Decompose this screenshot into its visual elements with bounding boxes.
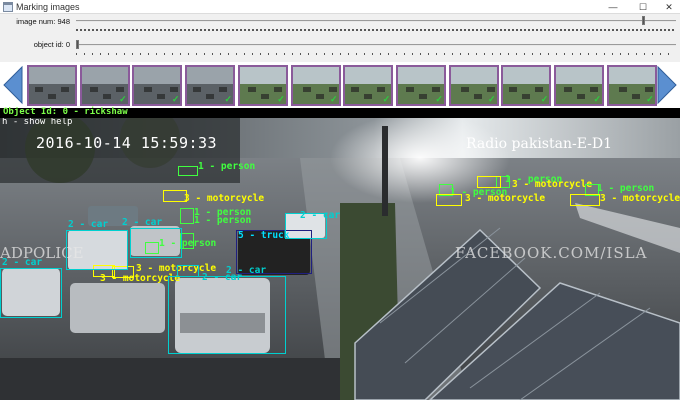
trackbar-image-num-label: image num: 948 bbox=[16, 17, 70, 26]
thumbnail-item[interactable] bbox=[27, 65, 77, 106]
annotation-label: 2 - car bbox=[68, 219, 109, 230]
thumbnail-strip: ✓ ✓ ✓ ✓ ✓ ✓ ✓ ✓ ✓ ✓ ✓ bbox=[0, 62, 680, 108]
status-line: Object Id: 0 - rickshaw bbox=[0, 107, 680, 118]
annotation-label: 1 - person bbox=[194, 215, 252, 226]
app-window: Marking images — ☐ ✕ image num: 948 obje… bbox=[0, 0, 680, 400]
maximize-button[interactable]: ☐ bbox=[632, 0, 654, 14]
checkmark-icon: ✓ bbox=[435, 94, 443, 104]
checkmark-icon: ✓ bbox=[119, 94, 127, 104]
checkmark-icon: ✓ bbox=[488, 94, 496, 104]
annotated-image[interactable]: 2016-10-14 15:59:33 Radio pakistan-E-D1 … bbox=[0, 118, 680, 400]
annotation-box[interactable] bbox=[130, 228, 182, 258]
object-id-status: Object Id: 0 - rickshaw bbox=[3, 107, 128, 117]
thumbnail-item[interactable]: ✓ bbox=[343, 65, 394, 106]
arrow-left-icon[interactable] bbox=[2, 65, 24, 105]
trackbar-image-num-track[interactable] bbox=[76, 20, 676, 22]
thumbnail-item[interactable]: ✓ bbox=[185, 65, 236, 106]
window-title: Marking images bbox=[16, 2, 80, 12]
minimize-button[interactable]: — bbox=[602, 0, 624, 14]
thumbnail-item[interactable]: ✓ bbox=[606, 65, 657, 106]
checkmark-icon: ✓ bbox=[329, 94, 338, 104]
checkmark-icon: ✓ bbox=[171, 94, 180, 104]
help-hint: h - show help bbox=[2, 118, 73, 127]
checkmark-icon: ✓ bbox=[540, 94, 549, 104]
trackbar-object-id-ticks bbox=[76, 53, 676, 55]
trackbar-object-id-track[interactable] bbox=[76, 44, 676, 46]
thumbnail-item[interactable]: ✓ bbox=[79, 65, 130, 106]
app-window-icon bbox=[3, 2, 13, 12]
annotation-label: 1 - person bbox=[198, 161, 256, 172]
watermark-radio: Radio pakistan-E-D1 bbox=[466, 136, 613, 152]
annotation-label: 2 - car bbox=[2, 257, 43, 268]
close-button[interactable]: ✕ bbox=[658, 0, 680, 14]
annotation-box[interactable] bbox=[570, 194, 600, 206]
title-bar: Marking images — ☐ ✕ bbox=[0, 0, 680, 14]
thumbnail-item[interactable]: ✓ bbox=[395, 65, 446, 106]
thumbnail-item[interactable]: ✓ bbox=[448, 65, 499, 106]
thumbnail-item[interactable]: ✓ bbox=[237, 65, 288, 106]
annotation-label: 3 - motorcycle bbox=[184, 193, 265, 204]
annotation-label: 2 - car bbox=[300, 210, 341, 221]
annotation-label: 2 - car bbox=[122, 217, 163, 228]
checkmark-icon: ✓ bbox=[593, 94, 601, 104]
annotation-label: 3 - motorcycle bbox=[600, 193, 680, 204]
annotation-label: 5 - truck bbox=[238, 230, 290, 241]
annotation-box[interactable] bbox=[0, 268, 62, 318]
checkmark-icon: ✓ bbox=[224, 94, 233, 104]
annotation-box[interactable] bbox=[168, 276, 286, 354]
checkmark-icon: ✓ bbox=[646, 94, 654, 104]
annotation-label: 3 - motorcycle bbox=[512, 179, 593, 190]
thumbnail-item[interactable]: ✓ bbox=[501, 65, 552, 106]
annotation-box[interactable] bbox=[66, 230, 128, 270]
thumbnail-item[interactable]: ✓ bbox=[132, 65, 183, 106]
checkmark-icon: ✓ bbox=[382, 94, 391, 104]
watermark-facebook: FACEBOOK.COM/ISLA bbox=[455, 244, 648, 262]
thumbnail-item[interactable]: ✓ bbox=[554, 65, 604, 106]
annotation-box[interactable] bbox=[436, 194, 462, 206]
annotation-box[interactable] bbox=[178, 166, 198, 176]
annotation-box[interactable] bbox=[180, 208, 194, 224]
trackbar-image-num-ticks bbox=[76, 29, 676, 31]
trackbar-image-num-thumb[interactable] bbox=[642, 16, 645, 25]
trackbar-object-id-label: object id: 0 bbox=[33, 40, 70, 49]
annotation-label: 2 - car bbox=[226, 265, 267, 276]
timestamp-overlay: 2016-10-14 15:59:33 bbox=[36, 134, 218, 152]
arrow-right-icon[interactable] bbox=[656, 65, 678, 105]
annotation-label: 3 - motorcycle bbox=[465, 193, 546, 204]
thumbnail-item[interactable]: ✓ bbox=[290, 65, 341, 106]
trackbar-object-id-thumb[interactable] bbox=[76, 40, 79, 49]
checkmark-icon: ✓ bbox=[277, 94, 285, 104]
